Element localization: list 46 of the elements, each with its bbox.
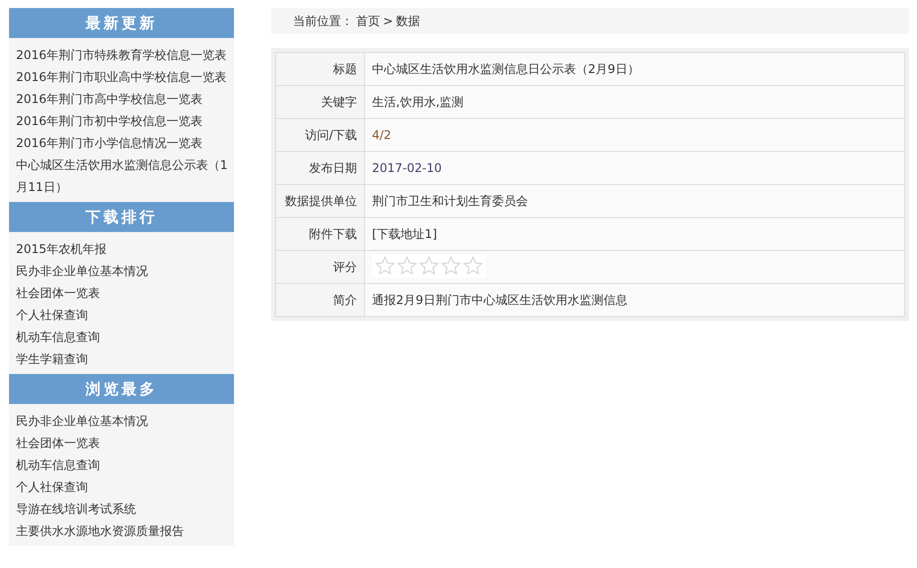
sidebar-link[interactable]: 个人社保查询 [16, 304, 234, 326]
sidebar-link[interactable]: 2016年荆门市高中学校信息一览表 [16, 88, 234, 110]
sidebar-link[interactable]: 2016年荆门市特殊教育学校信息一览表 [16, 44, 234, 66]
sidebar-link[interactable]: 机动车信息查询 [16, 326, 234, 348]
section-header: 下载排行 [9, 202, 234, 232]
detail-label: 数据提供单位 [276, 184, 364, 218]
sidebar-link[interactable]: 2016年荆门市小学信息情况一览表 [16, 132, 234, 154]
sidebar-link[interactable]: 2016年荆门市职业高中学校信息一览表 [16, 66, 234, 88]
star-icon[interactable] [440, 255, 462, 277]
detail-label: 评分 [276, 250, 364, 284]
detail-label: 发布日期 [276, 152, 364, 184]
sidebar-link[interactable]: 2016年荆门市初中学校信息一览表 [16, 110, 234, 132]
sidebar-link[interactable]: 民办非企业单位基本情况 [16, 260, 234, 282]
star-icon[interactable] [396, 255, 418, 277]
sidebar-link[interactable]: 主要供水水源地水资源质量报告 [16, 520, 234, 542]
sidebar-link[interactable]: 机动车信息查询 [16, 454, 234, 476]
sidebar-link[interactable]: 2015年农机年报 [16, 238, 234, 260]
sidebar-link[interactable]: 导游在线培训考试系统 [16, 498, 234, 520]
detail-value: 2017-02-10 [372, 161, 442, 175]
detail-label: 关键字 [276, 86, 364, 118]
detail-label: 简介 [276, 284, 364, 316]
detail-label: 标题 [276, 52, 364, 86]
section-header: 浏览最多 [9, 374, 234, 404]
detail-value: 生活,饮用水,监测 [372, 94, 464, 108]
breadcrumb-label: 当前位置： [293, 12, 353, 30]
sidebar-link[interactable]: 个人社保查询 [16, 476, 234, 498]
star-icon[interactable] [418, 255, 440, 277]
sidebar-link[interactable]: 社会团体一览表 [16, 282, 234, 304]
breadcrumb-link[interactable]: 首页 [356, 12, 380, 30]
download-link[interactable]: [下载地址1] [372, 226, 437, 240]
sidebar-link[interactable]: 社会团体一览表 [16, 432, 234, 454]
star-rating[interactable] [372, 254, 486, 278]
breadcrumb-link[interactable]: 数据 [396, 12, 420, 30]
detail-value: 通报2月9日荆门市中心城区生活饮用水监测信息 [372, 292, 628, 306]
sidebar-link[interactable]: 民办非企业单位基本情况 [16, 410, 234, 432]
breadcrumb-separator: > [383, 14, 394, 28]
star-icon[interactable] [374, 255, 396, 277]
detail-value: 中心城区生活饮用水监测信息日公示表（2月9日） [372, 62, 640, 76]
detail-label: 访问/下载 [276, 118, 364, 152]
detail-value: 4/2 [372, 128, 392, 142]
detail-value: 荆门市卫生和计划生育委员会 [372, 194, 528, 208]
sidebar-link[interactable]: 学生学籍查询 [16, 348, 234, 370]
section-header: 最新更新 [9, 8, 234, 38]
sidebar-link[interactable]: 中心城区生活饮用水监测信息公示表（1月11日） [16, 154, 234, 198]
star-icon[interactable] [462, 255, 484, 277]
detail-label: 附件下载 [276, 218, 364, 250]
